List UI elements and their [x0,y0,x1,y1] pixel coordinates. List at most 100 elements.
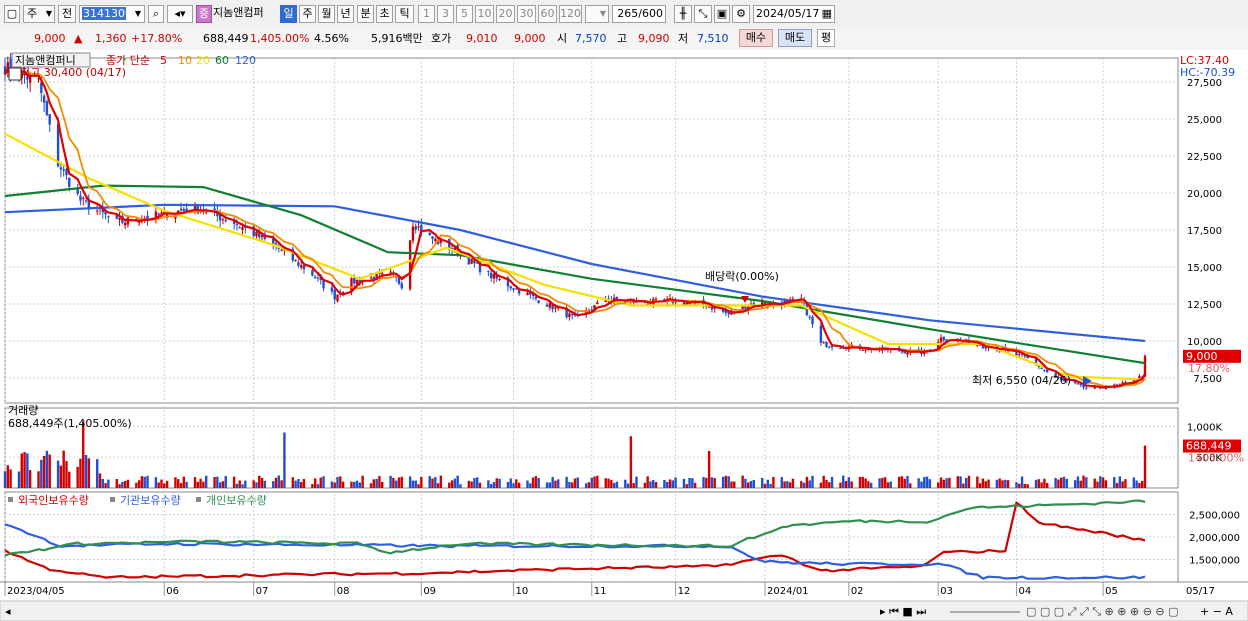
volume-bar [727,476,730,488]
candle-body [82,197,85,199]
legend-ma-20: 20 [196,54,210,67]
volume-bar [688,478,691,488]
count-max: /600 [638,7,663,20]
tab-week[interactable]: 주 [299,5,316,23]
interval-5[interactable]: 5 [456,5,473,23]
draw-tool-icon[interactable]: ⤡ [694,5,712,23]
average-button[interactable]: 평 [817,29,835,47]
count-input[interactable]: 265/600 [612,5,666,23]
volume-bar [744,478,747,488]
interval-10[interactable]: 10 [475,5,494,23]
volume-bar [87,458,91,488]
interval-120[interactable]: 120 [559,5,582,23]
tab-year[interactable]: 년 [337,5,354,23]
candle-body [487,271,490,273]
stock-code-input[interactable]: 314130 ▼ [79,5,145,23]
max-annotation: 최고 30,400 (04/17) [20,66,126,79]
candle-body [791,298,795,300]
save-icon[interactable]: ▣ [714,5,730,23]
candle-body [65,169,68,176]
volume-bar [1099,476,1102,488]
holdings-legend-marker [8,497,13,502]
candle-body [509,286,512,289]
volume-bar [434,477,437,488]
date-value: 2024/05/17 [756,7,820,20]
volume-bar [17,471,21,488]
prev-button[interactable]: 전 [58,5,76,23]
volume-bar [545,482,549,488]
volume-bar [978,483,982,488]
tab-tick[interactable]: 틱 [395,5,414,23]
volume-bar [185,481,188,488]
volume-bar [903,478,906,488]
volume-bar [322,476,325,488]
tab-day[interactable]: 일 [280,5,297,23]
tab-month[interactable]: 월 [318,5,335,23]
volume-bar [998,478,1001,488]
candle-body [123,222,127,226]
volume-label: 688,449주(1,405.00%) [8,417,132,430]
interval-1[interactable]: 1 [418,5,435,23]
volume-pct: 1,405.00% [250,32,310,45]
interval-3[interactable]: 3 [437,5,454,23]
date-input[interactable]: 2024/05/17 ▦ [753,5,835,23]
x-tick-label: 03 [940,586,953,597]
volume-bar [646,476,649,488]
volume-bar [828,482,831,488]
volume-bar [615,481,619,488]
volume-bar [945,478,948,488]
volume-bar [56,460,60,488]
volume-bar [604,478,607,488]
x-tick-label: 05 [1105,586,1118,597]
stock-name: 지놈앤컴퍼 [213,6,264,19]
candle-body [62,169,65,171]
volume-bar [76,466,79,488]
volume-bar [341,481,345,488]
volume-bar [1057,479,1060,488]
candle-body [526,292,529,296]
candle-body [906,352,909,355]
y-tick-label: 25,000 [1187,115,1222,126]
turnover-pct: 4.56% [314,32,349,45]
volume-bar [967,475,971,488]
interval-60[interactable]: 60 [538,5,557,23]
volume-bar [612,482,616,488]
tab-minute[interactable]: 분 [357,5,374,23]
volume-bar [551,476,554,488]
volume-bar [643,482,647,488]
window-icon[interactable]: ▢ [4,5,20,23]
candle-type-icon[interactable]: ╫ [674,5,692,23]
volume-bar [467,480,471,488]
volume-bar [459,484,462,488]
price-change: 1,360 [95,32,127,45]
volume-bar [411,480,415,488]
volume-bar [1096,481,1099,488]
volume-bar [786,481,789,488]
tab-second[interactable]: 초 [376,5,393,23]
interval-30[interactable]: 30 [517,5,536,23]
volume-bar [244,480,247,488]
trade-amount: 5,916백만 [371,32,423,45]
volume-bar [339,476,342,488]
sell-button[interactable]: 매도 [778,29,812,47]
volume-bar [123,481,127,488]
speaker-icon[interactable]: ◂▾ [167,5,193,23]
gear-icon[interactable]: ⚙ [732,5,750,23]
volume-marker-pct: 1405.00% [1188,452,1244,465]
volume-bar [747,482,750,488]
volume-bar [299,482,303,488]
period-unit-select[interactable]: 주 ▼ [23,5,55,23]
interval-dropdown[interactable]: ▼ [585,5,609,23]
volume-bar [652,480,655,488]
interval-20[interactable]: 20 [496,5,515,23]
volume-bar [964,477,968,488]
volume-bar [436,483,440,488]
volume-bar [512,483,515,488]
scroll-left-icon: ◂ [5,605,11,618]
stock-chart[interactable]: 2023/04/05 06 07 08 09 10 11 12 2024/01 02 03 04 05 0… [0,50,1248,621]
buy-button[interactable]: 매수 [739,29,773,47]
search-icon[interactable]: ⌕ [148,5,164,23]
candle-body [744,306,747,310]
volume-bar [666,481,669,488]
candle-body [255,231,258,237]
